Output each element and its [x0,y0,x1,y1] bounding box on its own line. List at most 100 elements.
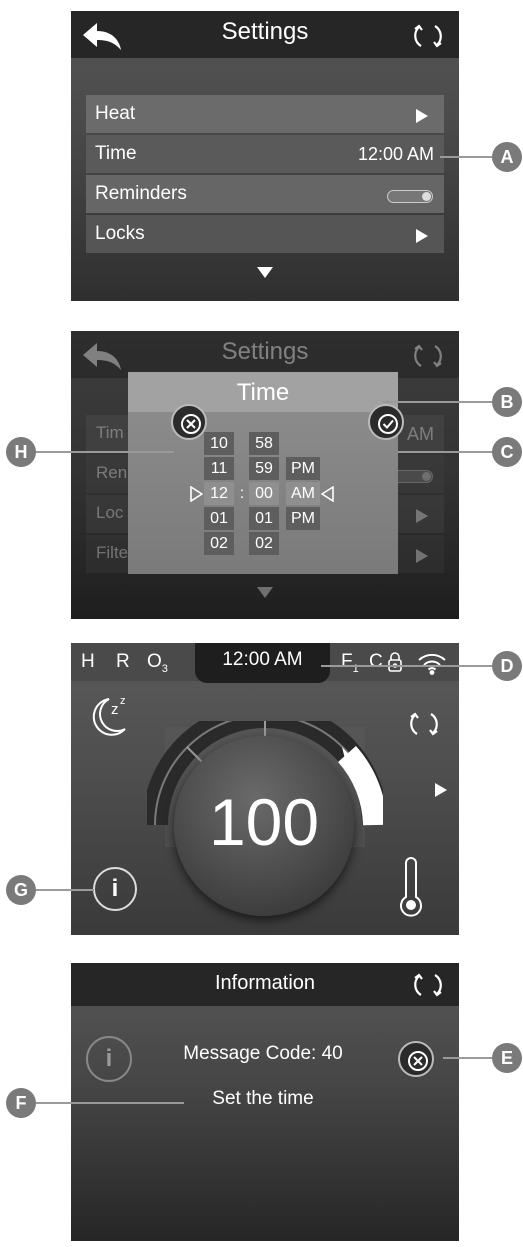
bg-row-label: Ren [96,463,128,482]
dimmed-header: Settings [71,331,459,378]
settings-screen: Settings Heat Time 12:00 AM Reminders Lo… [71,11,459,301]
ozone-label: O [147,651,162,672]
filter-indicator: F1 [341,651,359,675]
check-circle-icon [378,414,398,434]
clock-display[interactable]: 12:00 AM [195,643,330,683]
settings-row-reminders[interactable]: Reminders [86,175,444,213]
hour-cell[interactable]: 01 [204,507,234,530]
reminders-toggle[interactable] [387,190,433,203]
minute-cell-selected[interactable]: 00 [249,482,279,505]
message-text: Set the time [212,1088,314,1109]
heat-indicator: H [81,651,95,672]
arrow-right-icon [416,549,428,563]
callout-g: G [6,875,36,905]
sync-icon[interactable] [411,968,445,1002]
wifi-icon [418,653,446,675]
hour-cell[interactable]: 10 [204,432,234,455]
info-glyph: i [105,1045,113,1072]
filter-label: F [341,651,353,672]
callout-b: B [492,387,522,417]
hour-cell[interactable]: 11 [204,457,234,480]
callout-line-g [34,889,94,891]
bg-row-label: Tim [96,423,124,442]
temperature-value: 100 [208,785,320,859]
callout-line-d [321,665,496,667]
minute-cell[interactable]: 58 [249,432,279,455]
minute-cell[interactable]: 01 [249,507,279,530]
close-button[interactable] [398,1041,434,1077]
hour-cell[interactable]: 02 [204,532,234,555]
sync-icon[interactable] [407,707,441,741]
sleep-mode-button[interactable]: z z [89,693,139,743]
arrow-right-icon [416,229,428,243]
settings-row-locks[interactable]: Locks [86,215,444,253]
ozone-subscript: 3 [161,662,168,675]
message-code: Message Code: 40 [183,1043,343,1064]
bg-time-value: AM [407,424,434,444]
settings-row-heat[interactable]: Heat [86,95,444,133]
sleep-z-small: z [120,695,126,707]
info-icon: i [86,1036,132,1082]
status-bar: H R O3 12:00 AM F1 C [71,643,459,683]
thermometer-icon[interactable] [396,855,426,917]
callout-line-c [398,451,496,453]
main-screen: H R O3 12:00 AM F1 C z z 100 i [71,643,459,935]
info-icon: i [111,875,119,902]
lock-icon [388,652,402,672]
ampm-cell-selected[interactable]: AM [286,482,320,505]
close-circle-icon [408,1051,428,1071]
celsius-indicator: C [369,651,383,672]
callout-line-e [443,1057,496,1059]
callout-c: C [492,437,522,467]
close-circle-icon [181,414,201,434]
callout-d: D [492,651,522,681]
page-title: Settings [221,338,309,365]
ampm-cell[interactable]: PM [286,457,320,480]
minute-cell[interactable]: 02 [249,532,279,555]
cancel-button[interactable] [171,404,207,440]
toggle-knob [422,472,431,481]
callout-e: E [492,1043,522,1073]
selector-right-arrow-icon [321,486,334,502]
time-value: 12:00 AM [357,144,434,164]
page-title: Settings [221,18,309,45]
dialog-title: Time [128,372,398,412]
callout-line-h [34,451,174,453]
page-title: Information [214,972,316,994]
scroll-down-icon [257,587,273,598]
arrow-right-icon [416,509,428,523]
row-label: Reminders [95,183,187,204]
selector-left-arrow-icon [190,486,203,502]
minute-cell[interactable]: 59 [249,457,279,480]
callout-line-b [383,401,495,403]
arrow-right-icon [416,109,428,123]
toggle-knob [422,192,431,201]
next-page-arrow-icon[interactable] [435,783,447,797]
ampm-cell[interactable]: PM [286,507,320,530]
settings-row-time[interactable]: Time 12:00 AM [86,135,444,173]
information-header: Information [71,963,459,1006]
sync-icon [414,344,442,368]
time-dialog: Time 10 11 12 01 02 : 58 59 00 01 02 PM … [128,372,398,574]
sync-icon[interactable] [411,19,445,53]
time-dialog-screen: Settings Tim AM Ren Loc Filte Time 10 11 … [71,331,459,619]
reminder-indicator: R [116,651,130,672]
callout-line-a [440,156,496,158]
callout-f: F [6,1088,36,1118]
temperature-dial[interactable]: 100 [174,736,354,916]
callout-a: A [492,142,522,172]
bg-row-label: Filte [96,543,129,562]
bg-row-label: Loc [96,503,124,522]
row-label: Time [95,143,137,164]
sleep-z: z [111,701,119,718]
confirm-button[interactable] [368,404,404,440]
hour-cell-selected[interactable]: 12 [204,482,234,505]
settings-header: Settings [71,11,459,58]
row-label: Locks [95,223,145,244]
row-label: Heat [95,103,136,124]
scroll-down-icon[interactable] [257,267,273,278]
time-separator: : [239,485,245,502]
callout-h: H [6,437,36,467]
info-button[interactable]: i [93,867,137,911]
ozone-indicator: O3 [147,651,168,675]
